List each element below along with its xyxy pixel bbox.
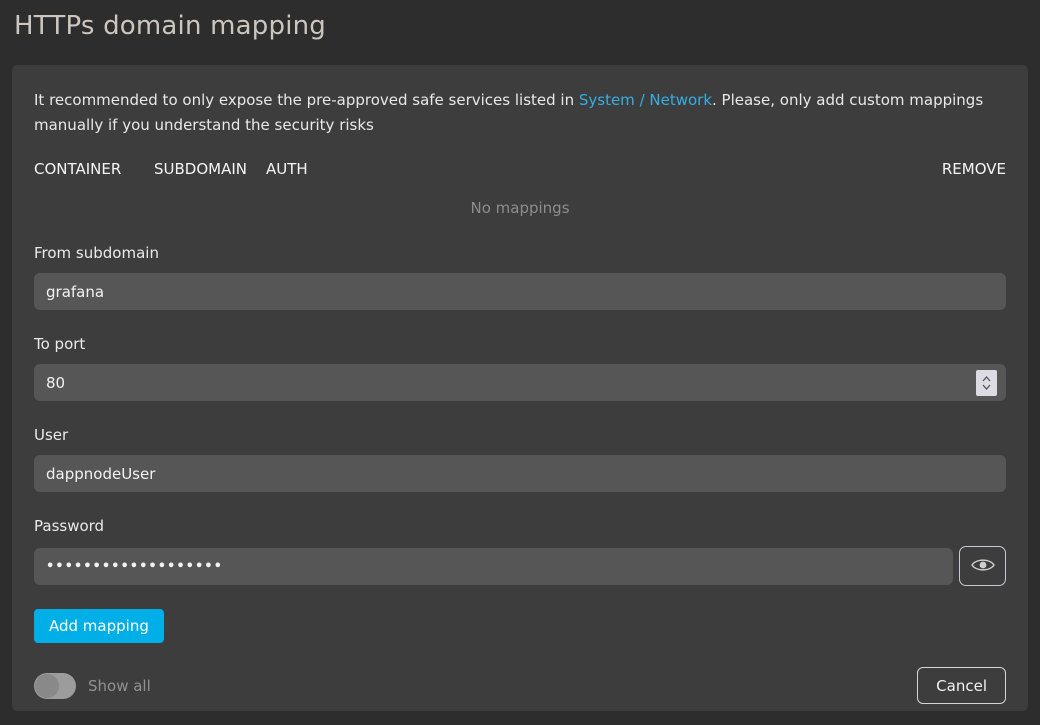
toggle-knob — [35, 674, 59, 698]
header-container: CONTAINER — [34, 160, 154, 178]
mappings-table-header: CONTAINER SUBDOMAIN AUTH REMOVE — [34, 153, 1006, 187]
from-subdomain-label: From subdomain — [34, 244, 1006, 262]
system-network-link[interactable]: System / Network — [579, 91, 712, 109]
header-auth: AUTH — [266, 160, 942, 178]
to-port-label: To port — [34, 335, 1006, 353]
cancel-button[interactable]: Cancel — [917, 667, 1006, 704]
header-remove: REMOVE — [942, 160, 1006, 178]
info-text: It recommended to only expose the pre-ap… — [34, 88, 1006, 138]
user-label: User — [34, 426, 1006, 444]
user-field: User — [34, 426, 1006, 492]
domain-mapping-card: It recommended to only expose the pre-ap… — [12, 65, 1028, 711]
password-field: Password — [34, 517, 1006, 586]
to-port-input[interactable] — [34, 364, 1006, 401]
to-port-field: To port — [34, 335, 1006, 401]
page-title: HTTPs domain mapping — [14, 11, 1040, 41]
show-password-button[interactable] — [959, 546, 1006, 586]
show-all-label: Show all — [88, 677, 151, 695]
password-label: Password — [34, 517, 1006, 535]
show-all-toggle[interactable] — [34, 673, 76, 699]
info-text-pre: It recommended to only expose the pre-ap… — [34, 91, 579, 109]
up-down-chevrons-icon[interactable] — [976, 370, 997, 396]
header-subdomain: SUBDOMAIN — [154, 160, 266, 178]
from-subdomain-field: From subdomain — [34, 244, 1006, 310]
add-mapping-button[interactable]: Add mapping — [34, 609, 164, 643]
from-subdomain-input[interactable] — [34, 273, 1006, 310]
eye-icon — [970, 556, 996, 577]
empty-mappings-message: No mappings — [34, 187, 1006, 244]
card-footer: Show all Cancel — [34, 667, 1006, 704]
password-input[interactable] — [34, 548, 953, 585]
user-input[interactable] — [34, 455, 1006, 492]
